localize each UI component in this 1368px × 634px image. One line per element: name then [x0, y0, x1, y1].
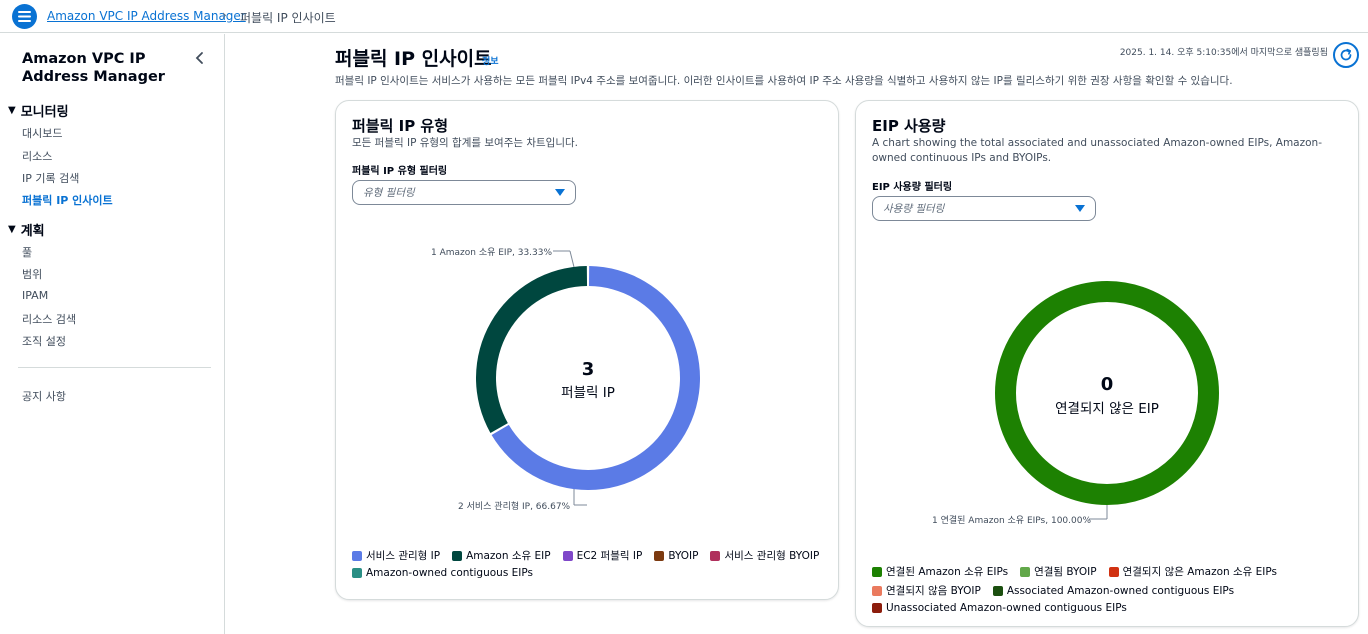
total-label: 연결되지 않은 EIP: [1055, 401, 1159, 417]
total-value: 3: [581, 359, 595, 380]
slice-label-associated-amazon-eip: 1 연결된 Amazon 소유 EIPs, 100.00%: [932, 516, 1092, 526]
total-label: 퍼블릭 IP: [561, 385, 615, 401]
sidebar-item-resource-discovery[interactable]: 리소스 검색: [22, 311, 76, 327]
legend-swatch: [352, 568, 362, 578]
sidebar-item-resources[interactable]: 리소스: [22, 148, 52, 164]
eip-usage-card: EIP 사용량 A chart showing the total associ…: [855, 100, 1359, 627]
sidebar-item-org-settings[interactable]: 조직 설정: [22, 333, 66, 349]
sidebar-item-ipam[interactable]: IPAM: [22, 289, 48, 302]
legend-swatch: [654, 550, 665, 561]
nav-section-label: 모니터링: [20, 105, 69, 120]
legend-swatch: [1020, 566, 1031, 577]
legend-swatch: [562, 550, 573, 561]
legend-item[interactable]: BYOIP: [654, 548, 698, 563]
legend-label: BYOIP: [668, 549, 699, 562]
total-value: 0: [1100, 374, 1114, 395]
legend-swatch: [872, 585, 882, 596]
legend-swatch: [872, 603, 882, 613]
legend-swatch: [872, 566, 882, 577]
sidebar-item-ip-history[interactable]: IP 기록 검색: [22, 170, 79, 186]
side-navigation: Amazon VPC IP Address Manager ▼ 모니터링 대시보…: [0, 34, 225, 634]
legend-item[interactable]: 연결된 Amazon 소유 EIPs: [872, 564, 1008, 579]
legend-label: Unassociated Amazon-owned contiguous EIP…: [886, 602, 1127, 614]
refresh-button[interactable]: [1333, 42, 1359, 68]
sidebar-title: Amazon VPC IP Address Manager: [22, 51, 165, 85]
hamburger-icon: [18, 11, 31, 22]
eip-usage-donut-chart: [995, 281, 1219, 520]
legend-item[interactable]: Associated Amazon-owned contiguous EIPs: [992, 583, 1235, 598]
slice-label-service-managed: 2 서비스 관리형 IP, 66.67%: [458, 502, 571, 512]
sidebar-item-announcements[interactable]: 공지 사항: [22, 388, 66, 404]
info-link[interactable]: 정보: [482, 54, 499, 67]
nav-section-monitoring[interactable]: ▼ 모니터링: [8, 101, 69, 120]
chart-legend: 서비스 관리형 IP Amazon 소유 EIP EC2 퍼블릭 IP BYOIP 서비…: [352, 548, 832, 579]
legend-swatch: [992, 585, 1003, 596]
legend-label: Amazon 소유 EIP: [466, 550, 551, 562]
legend-swatch: [352, 550, 362, 561]
callout-line: [569, 250, 575, 268]
legend-item[interactable]: Amazon-owned contiguous EIPs: [352, 567, 533, 579]
breadcrumb-current: 퍼블릭 IP 인사이트: [240, 11, 336, 25]
public-ip-types-card: 퍼블릭 IP 유형 모든 퍼블릭 IP 유형의 합계를 보여주는 차트입니다. …: [335, 100, 839, 600]
legend-item[interactable]: 연결되지 않음 BYOIP: [872, 583, 981, 598]
caret-down-icon: ▼: [8, 105, 16, 116]
sidebar-item-dashboard[interactable]: 대시보드: [22, 125, 62, 141]
breadcrumb-service-link[interactable]: Amazon VPC IP Address Manager: [47, 9, 246, 23]
caret-down-icon: ▼: [8, 224, 16, 235]
legend-label: 연결된 Amazon 소유 EIPs: [886, 566, 1009, 578]
legend-label: 서비스 관리형 IP: [366, 550, 441, 562]
legend-label: Amazon-owned contiguous EIPs: [366, 567, 533, 579]
legend-item[interactable]: 서비스 관리형 BYOIP: [710, 548, 819, 563]
donut-slice[interactable]: [476, 266, 588, 433]
page-title: 퍼블릭 IP 인사이트: [335, 48, 492, 70]
sidebar-item-scopes[interactable]: 범위: [22, 266, 42, 282]
legend-label: 서비스 관리형 BYOIP: [724, 550, 820, 562]
legend-item[interactable]: 연결됨 BYOIP: [1020, 564, 1097, 579]
legend-label: 연결되지 않음 BYOIP: [886, 585, 981, 597]
public-ip-donut-chart: [476, 250, 700, 506]
legend-item[interactable]: Amazon 소유 EIP: [452, 548, 551, 563]
nav-section-label: 계획: [20, 224, 45, 239]
legend-label: EC2 퍼블릭 IP: [576, 550, 643, 562]
menu-button[interactable]: [12, 4, 37, 29]
legend-swatch: [452, 550, 463, 561]
sidebar-item-pools[interactable]: 풀: [22, 244, 32, 260]
sidebar-item-public-ip-insights[interactable]: 퍼블릭 IP 인사이트: [22, 192, 113, 208]
legend-swatch: [1108, 566, 1119, 577]
legend-label: 연결되지 않은 Amazon 소유 EIPs: [1122, 566, 1278, 578]
legend-item[interactable]: Unassociated Amazon-owned contiguous EIP…: [872, 602, 1127, 614]
last-sampled-text: 2025. 1. 14. 오후 5:10:35에서 마지막으로 샘플링됨: [1119, 48, 1328, 58]
top-bar: Amazon VPC IP Address Manager › 퍼블릭 IP 인…: [0, 0, 1368, 33]
page-description: 퍼블릭 IP 인사이트는 서비스가 사용하는 모든 퍼블릭 IPv4 주소를 보…: [335, 75, 1233, 87]
nav-divider: [18, 367, 211, 368]
legend-label: 연결됨 BYOIP: [1034, 566, 1097, 578]
legend-item[interactable]: 연결되지 않은 Amazon 소유 EIPs: [1108, 564, 1278, 579]
legend-swatch: [710, 550, 721, 561]
refresh-icon: [1340, 48, 1352, 61]
nav-section-planning[interactable]: ▼ 계획: [8, 220, 45, 239]
slice-label-amazon-eip: 1 Amazon 소유 EIP, 33.33%: [431, 248, 553, 258]
chart-legend: 연결된 Amazon 소유 EIPs 연결됨 BYOIP 연결되지 않은 Amazo…: [872, 564, 1352, 614]
chevron-right-icon: ›: [222, 8, 227, 22]
legend-label: Associated Amazon-owned contiguous EIPs: [1006, 584, 1235, 597]
legend-item[interactable]: 서비스 관리형 IP: [352, 548, 440, 563]
legend-item[interactable]: EC2 퍼블릭 IP: [562, 548, 643, 563]
chevron-left-icon[interactable]: [192, 50, 208, 66]
